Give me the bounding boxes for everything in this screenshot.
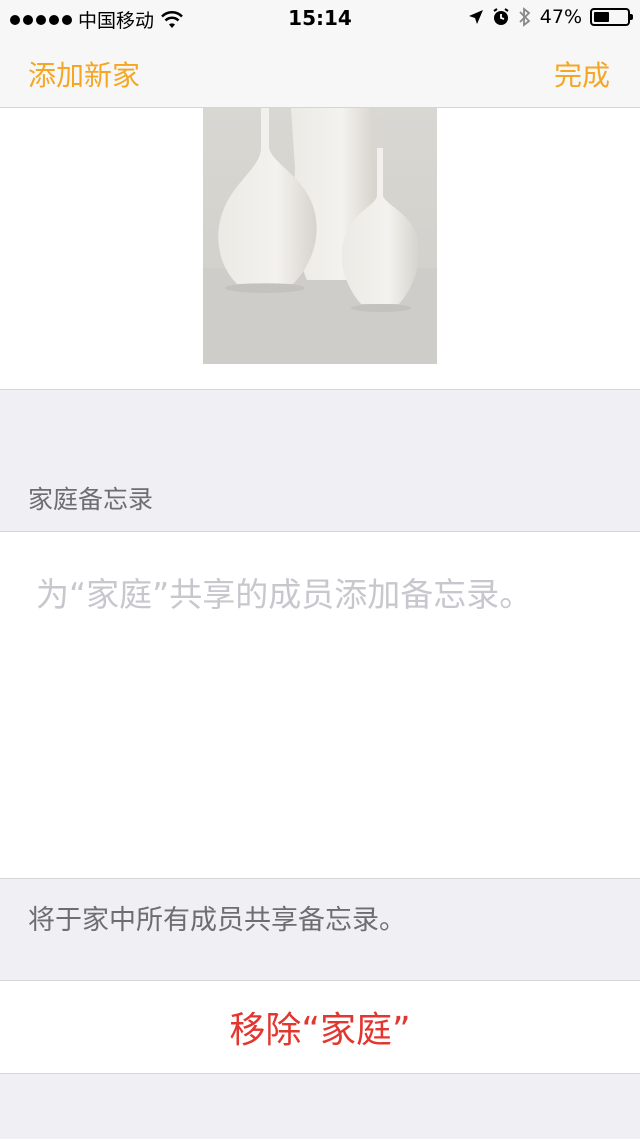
status-right: 47% <box>468 6 633 28</box>
add-new-home-button[interactable]: 添加新家 <box>28 54 140 94</box>
done-button[interactable]: 完成 <box>554 54 610 94</box>
remove-home-label: 移除“家庭” <box>229 1010 411 1051</box>
home-notes-section-title: 家庭备忘录 <box>28 485 154 514</box>
battery-level-fill <box>594 12 610 22</box>
home-wallpaper-image[interactable] <box>203 108 437 364</box>
notes-placeholder-text: 为“家庭”共享的成员添加备忘录。 <box>36 575 533 614</box>
notes-footer-text: 将于家中所有成员共享备忘录。 <box>28 905 406 936</box>
status-bar: 中国移动 15:14 47% <box>0 0 640 36</box>
bluetooth-icon <box>519 7 531 27</box>
remove-home-button[interactable]: 移除“家庭” <box>0 980 640 1074</box>
location-icon <box>468 10 483 24</box>
navigation-bar: 添加新家 完成 <box>0 36 640 108</box>
home-photo-section <box>0 108 640 390</box>
battery-percent: 47% <box>539 6 582 28</box>
battery-icon <box>590 8 633 26</box>
home-notes-field[interactable]: 为“家庭”共享的成员添加备忘录。 <box>0 531 640 879</box>
alarm-icon <box>493 8 509 25</box>
